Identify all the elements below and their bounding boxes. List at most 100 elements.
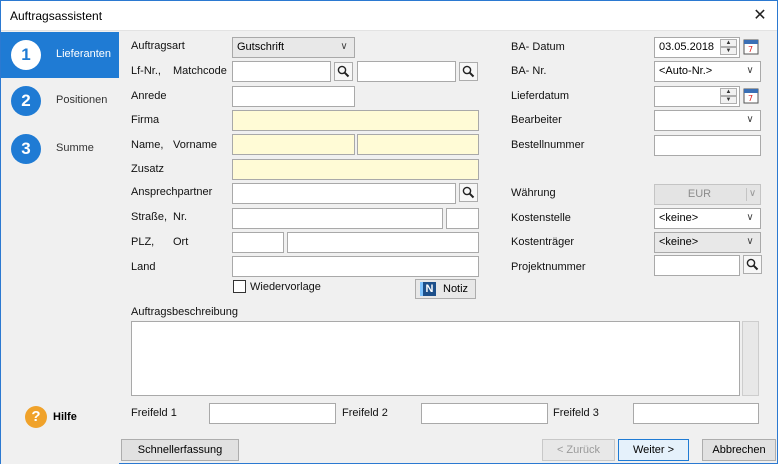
firma-label: Firma — [131, 114, 160, 126]
ba-datum-spinner[interactable]: ▲ ▼ — [720, 39, 737, 56]
nr-label: Nr. — [173, 211, 188, 223]
ba-datum-label: BA- Datum — [511, 41, 565, 53]
ort-label: Ort — [173, 236, 189, 248]
ba-nr-label: BA- Nr. — [511, 65, 547, 77]
projektnummer-search-button[interactable] — [743, 255, 762, 274]
step-number: 3 — [11, 134, 41, 164]
notiz-label: Notiz — [443, 283, 469, 295]
chevron-down-icon: ∨ — [746, 212, 754, 223]
search-icon — [462, 186, 475, 199]
bestellnummer-label: Bestellnummer — [511, 139, 585, 151]
nr-input[interactable] — [446, 208, 479, 229]
bearbeiter-select[interactable]: ∨ — [654, 110, 761, 131]
kostenstelle-select[interactable]: <keine> ∨ — [654, 208, 761, 229]
bearbeiter-label: Bearbeiter — [511, 114, 562, 126]
step-label: Summe — [56, 142, 94, 154]
plz-label: PLZ, — [131, 236, 155, 248]
freifeld3-label: Freifeld 3 — [553, 407, 599, 419]
search-icon — [337, 65, 350, 78]
calendar-icon[interactable]: 7 — [743, 38, 762, 57]
step-number: 2 — [11, 86, 41, 116]
matchcode-label: Matchcode — [173, 65, 227, 77]
kostentraeger-value: <keine> — [659, 236, 699, 248]
kostentraeger-label: Kostenträger — [511, 236, 574, 248]
lieferdatum-spinner[interactable]: ▲ ▼ — [720, 88, 737, 105]
auftragsart-select[interactable]: Gutschrift ∨ — [232, 37, 355, 58]
kostenstelle-value: <keine> — [659, 212, 699, 224]
zusatz-input[interactable] — [232, 159, 479, 180]
ansprechpartner-search-button[interactable] — [459, 183, 478, 202]
spin-up-icon[interactable]: ▲ — [720, 88, 737, 96]
chevron-down-icon: ∨ — [746, 114, 754, 125]
ansprechpartner-input[interactable] — [232, 183, 456, 204]
auftragsart-value: Gutschrift — [237, 41, 285, 53]
land-label: Land — [131, 261, 156, 273]
anrede-input[interactable] — [232, 86, 355, 107]
ba-datum-value: 03.05.2018 — [659, 41, 715, 53]
freifeld1-input[interactable] — [209, 403, 336, 424]
wiedervorlage-checkbox[interactable] — [233, 280, 246, 293]
firma-input[interactable] — [232, 110, 479, 131]
lfnr-input[interactable] — [232, 61, 331, 82]
vorname-label: Vorname — [173, 139, 218, 151]
ansprechpartner-label: Ansprechpartner — [131, 186, 213, 198]
search-icon — [462, 65, 475, 78]
svg-text:7: 7 — [748, 45, 753, 54]
spin-down-icon[interactable]: ▼ — [720, 96, 737, 104]
step-summe[interactable]: 3 Summe — [1, 126, 119, 172]
freifeld1-label: Freifeld 1 — [131, 407, 177, 419]
matchcode-search-button[interactable] — [459, 62, 478, 81]
zurueck-button[interactable]: < Zurück — [542, 439, 615, 461]
auftragsbeschreibung-label: Auftragsbeschreibung — [131, 306, 239, 318]
land-input[interactable] — [232, 256, 479, 277]
description-scrollbar[interactable] — [742, 321, 759, 396]
step-positionen[interactable]: 2 Positionen — [1, 78, 119, 124]
vorname-input[interactable] — [357, 134, 479, 155]
svg-text:7: 7 — [748, 94, 753, 103]
bestellnummer-input[interactable] — [654, 135, 761, 156]
name-input[interactable] — [232, 134, 355, 155]
anrede-label: Anrede — [131, 90, 167, 102]
freifeld3-input[interactable] — [633, 403, 759, 424]
plz-input[interactable] — [232, 232, 284, 253]
spin-up-icon[interactable]: ▲ — [720, 39, 737, 47]
lfnr-search-button[interactable] — [334, 62, 353, 81]
weiter-button[interactable]: Weiter > — [618, 439, 689, 461]
strasse-input[interactable] — [232, 208, 443, 229]
auftragsbeschreibung-textarea[interactable] — [131, 321, 740, 396]
help-icon[interactable]: ? — [25, 406, 47, 428]
help-label[interactable]: Hilfe — [53, 411, 77, 423]
waehrung-value: EUR — [687, 188, 712, 200]
zusatz-label: Zusatz — [131, 163, 165, 175]
auftragsart-label: Auftragsart — [131, 40, 185, 52]
wiedervorlage-label[interactable]: Wiedervorlage — [250, 281, 321, 293]
projektnummer-input[interactable] — [654, 255, 740, 276]
lieferdatum-label: Lieferdatum — [511, 90, 570, 102]
notiz-button[interactable]: N Notiz — [415, 279, 476, 299]
window-title: Auftragsassistent — [10, 9, 103, 23]
spin-down-icon[interactable]: ▼ — [720, 47, 737, 55]
close-icon[interactable]: ✕ — [743, 1, 777, 30]
schnellerfassung-button[interactable]: Schnellerfassung — [121, 439, 239, 461]
name-label: Name, — [131, 139, 164, 151]
projektnummer-label: Projektnummer — [511, 261, 586, 273]
kostenstelle-label: Kostenstelle — [511, 212, 571, 224]
matchcode-input[interactable] — [357, 61, 456, 82]
freifeld2-input[interactable] — [421, 403, 548, 424]
wizard-steps-sidebar: 1 Lieferanten 2 Positionen 3 Summe ? Hil… — [1, 32, 119, 464]
title-bar: Auftragsassistent ✕ — [1, 1, 777, 31]
lfnr-label: Lf-Nr., — [131, 65, 161, 77]
ort-input[interactable] — [287, 232, 479, 253]
lieferdatum-input[interactable]: ▲ ▼ — [654, 86, 740, 107]
ba-datum-input[interactable]: 03.05.2018 ▲ ▼ — [654, 37, 740, 58]
calendar-icon[interactable]: 7 — [743, 87, 762, 106]
step-lieferanten[interactable]: 1 Lieferanten — [1, 32, 119, 78]
abbrechen-button[interactable]: Abbrechen — [702, 439, 776, 461]
wizard-window: Auftragsassistent ✕ 1 Lieferanten 2 Posi… — [0, 0, 778, 464]
search-icon — [746, 258, 759, 271]
kostentraeger-select[interactable]: <keine> ∨ — [654, 232, 761, 253]
step-label: Lieferanten — [56, 48, 112, 60]
chevron-down-icon: ∨ — [746, 188, 758, 201]
chevron-down-icon: ∨ — [340, 41, 348, 52]
ba-nr-select[interactable]: <Auto-Nr.> ∨ — [654, 61, 761, 82]
